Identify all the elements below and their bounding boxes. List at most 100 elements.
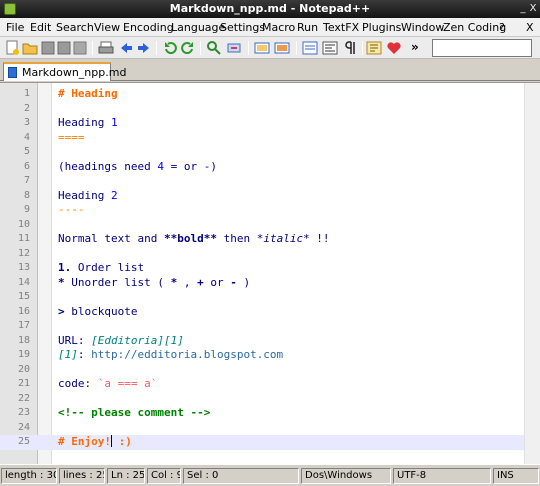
redo-icon[interactable]	[180, 40, 196, 56]
editor-area[interactable]: 1 # Heading 2 3 Heading 1 4 ==== 5 6 (headings ne…	[0, 82, 540, 465]
open-file-icon[interactable]	[22, 40, 38, 56]
line-number: 7	[23, 175, 30, 186]
menu-macro[interactable]: Macro	[262, 21, 295, 34]
status-selection: Sel : 0	[183, 468, 299, 484]
title-bar[interactable]: Markdown_npp.md - Notepad++ _ X	[0, 0, 540, 18]
menu-plugins[interactable]: Plugins	[362, 21, 401, 34]
print-icon[interactable]	[98, 40, 114, 56]
line-content: Heading 2	[58, 189, 118, 204]
code-line[interactable]: 11 Normal text and **bold** then *italic*…	[0, 232, 540, 247]
code-line[interactable]: 12	[0, 247, 540, 262]
word-wrap-icon[interactable]	[322, 40, 338, 56]
code-line[interactable]: 20	[0, 363, 540, 378]
sync-scroll-icon[interactable]	[302, 40, 318, 56]
undo-arrow-left-icon[interactable]	[118, 40, 134, 56]
find-icon[interactable]	[206, 40, 222, 56]
code-token: Heading	[58, 116, 111, 129]
line-content: Heading 1	[58, 116, 118, 131]
line-number: 21	[17, 378, 30, 389]
new-file-icon[interactable]	[4, 40, 20, 56]
indent-guide-icon[interactable]	[366, 40, 382, 56]
zoom-in-icon[interactable]	[254, 40, 270, 56]
code-token: !!	[309, 232, 330, 245]
status-insert-mode: INS	[493, 468, 539, 484]
code-line[interactable]: 14 * Unorder list ( * , + or - )	[0, 276, 540, 291]
line-number: 22	[17, 392, 30, 404]
line-number: 12	[17, 247, 30, 259]
save-all-icon[interactable]	[56, 40, 72, 56]
menu-search[interactable]: Search	[56, 21, 94, 34]
menu-run[interactable]: Run	[297, 21, 318, 34]
line-content: > blockquote	[58, 305, 137, 320]
code-line[interactable]: 5	[0, 145, 540, 160]
code-token: http://edditoria.blogspot.com	[91, 348, 284, 361]
line-number: 23	[17, 407, 30, 418]
menu-zen-coding[interactable]: Zen Coding	[443, 21, 506, 34]
undo-icon[interactable]	[162, 40, 178, 56]
code-line[interactable]: 8 Heading 2	[0, 189, 540, 204]
code-line[interactable]: 7	[0, 174, 540, 189]
code-token: ====	[58, 130, 85, 144]
code-line[interactable]: 23 <!-- please comment -->	[0, 406, 540, 421]
line-content: <!-- please comment -->	[58, 406, 210, 421]
menu-view[interactable]: View	[94, 21, 120, 34]
menu-encoding[interactable]: Encoding	[123, 21, 174, 34]
status-line-number: Ln : 25	[107, 468, 145, 484]
line-number: 11	[17, 233, 30, 244]
line-number: 9	[23, 204, 30, 215]
menu-edit[interactable]: Edit	[30, 21, 51, 34]
close-document-button[interactable]: X	[526, 21, 534, 34]
zoom-out-icon[interactable]	[274, 40, 290, 56]
code-token: [Edditoria][1]	[91, 333, 184, 347]
code-line[interactable]: 22	[0, 392, 540, 407]
code-line-current[interactable]: 25 # Enjoy! :)	[0, 435, 540, 450]
vertical-scrollbar[interactable]	[524, 83, 540, 465]
close-window-button[interactable]: X	[526, 3, 540, 15]
code-line[interactable]: 19 [1]: http://edditoria.blogspot.com	[0, 348, 540, 363]
status-lines: lines : 25	[59, 468, 105, 484]
menu-settings[interactable]: Settings	[220, 21, 265, 34]
code-line[interactable]: 10	[0, 218, 540, 233]
code-line[interactable]: 13 1. Order list	[0, 261, 540, 276]
code-line[interactable]: 2	[0, 102, 540, 117]
code-line[interactable]: 24	[0, 421, 540, 436]
menu-textfx[interactable]: TextFX	[323, 21, 359, 34]
code-line[interactable]: 9 ----	[0, 203, 540, 218]
status-encoding: UTF-8	[393, 468, 491, 484]
replace-icon[interactable]	[226, 40, 242, 56]
toolbar: »	[0, 37, 540, 59]
line-number: 6	[23, 160, 30, 172]
code-line[interactable]: 1 # Heading	[0, 87, 540, 102]
code-line[interactable]: 21 code: `a === a`	[0, 377, 540, 392]
code-line[interactable]: 3 Heading 1	[0, 116, 540, 131]
code-token: Unorder list (	[64, 275, 171, 289]
toolbar-search-input[interactable]	[432, 39, 532, 57]
code-token: URL:	[58, 333, 92, 347]
code-token: 4	[157, 159, 164, 173]
save-icon[interactable]	[40, 40, 56, 56]
line-number: 24	[17, 421, 30, 433]
menu-window[interactable]: Window	[401, 21, 444, 34]
code-token: blockquote	[64, 304, 138, 318]
show-all-characters-icon[interactable]	[342, 40, 358, 56]
code-line[interactable]: 18 URL: [Edditoria][1]	[0, 334, 540, 349]
menu-help[interactable]: ?	[499, 21, 505, 34]
toolbar-overflow-chevron-icon[interactable]: »	[411, 40, 419, 54]
line-content: Normal text and **bold** then *italic* !…	[58, 232, 330, 247]
line-number: 25	[17, 436, 30, 447]
line-number: 1	[23, 88, 30, 99]
code-line[interactable]: 6 (headings need 4 = or -)	[0, 160, 540, 175]
redo-arrow-right-icon[interactable]	[136, 40, 152, 56]
code-token: ,	[177, 275, 198, 289]
saved-file-icon	[8, 67, 17, 78]
menu-file[interactable]: File	[6, 21, 24, 34]
menu-language[interactable]: Language	[171, 21, 225, 34]
code-line[interactable]: 17	[0, 319, 540, 334]
code-token: Order list	[71, 261, 145, 274]
close-icon[interactable]	[72, 40, 88, 56]
code-line[interactable]: 15	[0, 290, 540, 305]
code-line[interactable]: 16 > blockquote	[0, 305, 540, 320]
favorite-heart-icon[interactable]	[386, 40, 402, 56]
code-line[interactable]: 4 ====	[0, 131, 540, 146]
tab-markdown-npp[interactable]: Markdown_npp.md	[3, 62, 126, 81]
